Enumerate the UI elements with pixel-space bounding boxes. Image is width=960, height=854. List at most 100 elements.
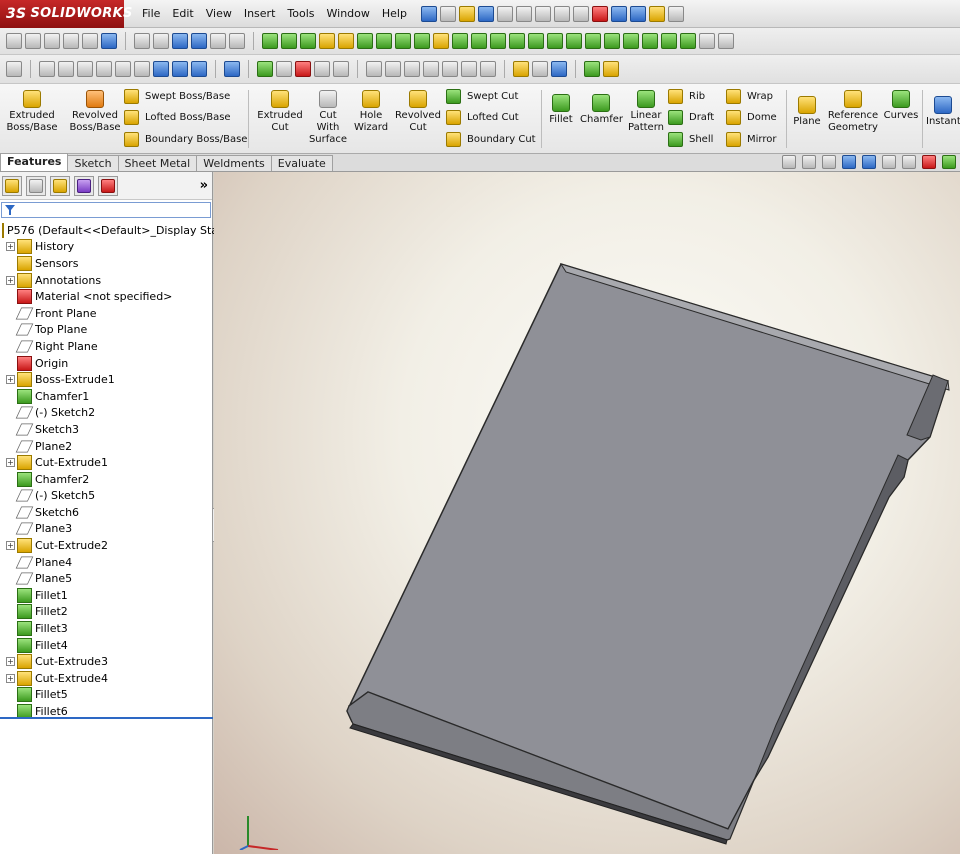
extruded-boss-button[interactable]: Extruded Boss/Base bbox=[6, 90, 58, 134]
tree-item[interactable]: Chamfer1 bbox=[0, 388, 212, 405]
redo-icon[interactable] bbox=[534, 5, 551, 22]
section-view-icon[interactable] bbox=[224, 61, 240, 77]
tree-item[interactable]: (-) Sketch2 bbox=[0, 405, 212, 422]
fillet-button[interactable]: Fillet bbox=[545, 94, 577, 126]
rib-button[interactable]: Rib bbox=[668, 86, 705, 106]
undo-icon[interactable] bbox=[515, 5, 532, 22]
expand-toggle-icon[interactable]: + bbox=[6, 673, 15, 683]
expand-toggle-icon[interactable]: + bbox=[6, 657, 15, 667]
tree-item[interactable]: Origin bbox=[0, 355, 212, 372]
grid-icon[interactable] bbox=[44, 33, 60, 49]
menu-edit[interactable]: Edit bbox=[166, 7, 199, 20]
tree-item[interactable]: Fillet3 bbox=[0, 620, 212, 637]
expand-toggle-icon[interactable]: + bbox=[6, 541, 15, 551]
part-model[interactable] bbox=[214, 172, 960, 854]
sketch-pattern-icon[interactable] bbox=[471, 33, 487, 49]
view-left-icon[interactable] bbox=[77, 61, 93, 77]
sketch-line-icon[interactable] bbox=[262, 33, 278, 49]
mirror-button[interactable]: Mirror bbox=[726, 129, 776, 149]
sketch-scale-icon[interactable] bbox=[528, 33, 544, 49]
boundary-cut-button[interactable]: Boundary Cut bbox=[446, 129, 536, 149]
layout-icon[interactable] bbox=[366, 61, 382, 77]
swept-boss-button[interactable]: Swept Boss/Base bbox=[124, 86, 230, 106]
move-icon[interactable] bbox=[629, 5, 646, 22]
filter-edges-icon[interactable] bbox=[153, 33, 169, 49]
wrap-button[interactable]: Wrap bbox=[726, 86, 773, 106]
chamfer-button[interactable]: Chamfer bbox=[580, 94, 623, 126]
shell-button[interactable]: Shell bbox=[668, 129, 713, 149]
sketch-ellipse-icon[interactable] bbox=[680, 33, 696, 49]
view-right-icon[interactable] bbox=[96, 61, 112, 77]
sketch-slot-icon[interactable] bbox=[642, 33, 658, 49]
macro-run-icon[interactable] bbox=[257, 61, 273, 77]
tree-item[interactable]: + Cut-Extrude1 bbox=[0, 454, 212, 471]
select-other-icon[interactable] bbox=[229, 33, 245, 49]
draft-button[interactable]: Draft bbox=[668, 107, 714, 127]
select-arrow-icon[interactable] bbox=[553, 5, 570, 22]
revolved-boss-button[interactable]: Revolved Boss/Base bbox=[68, 90, 122, 134]
zoom-to-fit-icon[interactable] bbox=[782, 155, 796, 169]
expand-toggle-icon[interactable]: + bbox=[6, 458, 15, 468]
menu-view[interactable]: View bbox=[200, 7, 238, 20]
tree-item[interactable]: Chamfer2 bbox=[0, 471, 212, 488]
tree-item[interactable]: (-) Sketch5 bbox=[0, 488, 212, 505]
propertymanager-tab[interactable] bbox=[26, 175, 46, 196]
tree-item[interactable]: Fillet1 bbox=[0, 587, 212, 604]
swept-cut-button[interactable]: Swept Cut bbox=[446, 86, 518, 106]
menu-help[interactable]: Help bbox=[376, 7, 413, 20]
dome-button[interactable]: Dome bbox=[726, 107, 777, 127]
open-folder-icon[interactable] bbox=[458, 5, 475, 22]
view-iso-icon[interactable] bbox=[153, 61, 169, 77]
tree-item[interactable]: + History bbox=[0, 239, 212, 256]
rebuild-icon[interactable] bbox=[572, 5, 589, 22]
options-icon[interactable] bbox=[648, 5, 665, 22]
layout-4-icon[interactable] bbox=[423, 61, 439, 77]
menu-insert[interactable]: Insert bbox=[238, 7, 282, 20]
hole-wizard-button[interactable]: Hole Wizard bbox=[350, 90, 392, 134]
sketch-trim-icon[interactable] bbox=[414, 33, 430, 49]
layout-2-icon[interactable] bbox=[385, 61, 401, 77]
view-bottom-icon[interactable] bbox=[134, 61, 150, 77]
curves-button[interactable]: Curves bbox=[882, 90, 920, 122]
extruded-cut-button[interactable]: Extruded Cut bbox=[256, 90, 304, 134]
save-icon[interactable] bbox=[477, 5, 494, 22]
expand-toggle-icon[interactable]: + bbox=[6, 375, 15, 385]
linear-pattern-button[interactable]: Linear Pattern bbox=[626, 90, 666, 134]
table-icon[interactable] bbox=[63, 33, 79, 49]
sketch-rotate-icon[interactable] bbox=[509, 33, 525, 49]
tab-sketch[interactable]: Sketch bbox=[67, 155, 119, 171]
reference-geometry-button[interactable]: Reference Geometry bbox=[826, 90, 880, 134]
expand-toggle-icon[interactable]: + bbox=[6, 275, 15, 285]
file-properties-icon[interactable] bbox=[610, 5, 627, 22]
tree-item[interactable]: + Annotations bbox=[0, 272, 212, 289]
sketch-convert-icon[interactable] bbox=[699, 33, 715, 49]
tree-item[interactable]: Plane2 bbox=[0, 438, 212, 455]
filter-faces-icon[interactable] bbox=[134, 33, 150, 49]
plane-button[interactable]: Plane bbox=[790, 96, 824, 128]
layout-6-icon[interactable] bbox=[461, 61, 477, 77]
revolved-cut-button[interactable]: Revolved Cut bbox=[394, 90, 442, 134]
instant2d-icon[interactable] bbox=[603, 61, 619, 77]
expand-tabs-icon[interactable]: » bbox=[200, 178, 208, 193]
align-icon[interactable] bbox=[82, 33, 98, 49]
view-orientation-icon[interactable] bbox=[862, 155, 876, 169]
tree-filter[interactable] bbox=[1, 202, 211, 218]
sketch-copy-icon[interactable] bbox=[547, 33, 563, 49]
zoom-area-icon[interactable] bbox=[802, 155, 816, 169]
boundary-boss-button[interactable]: Boundary Boss/Base bbox=[124, 129, 247, 149]
pin-menu-icon[interactable] bbox=[420, 5, 437, 22]
sketch-extend-icon[interactable] bbox=[433, 33, 449, 49]
tree-item[interactable]: + Cut-Extrude4 bbox=[0, 670, 212, 687]
view-normal-icon[interactable] bbox=[172, 61, 188, 77]
macro-stop-icon[interactable] bbox=[276, 61, 292, 77]
traffic-light-icon[interactable] bbox=[591, 5, 608, 22]
instant3d-button[interactable]: Instant bbox=[926, 96, 960, 128]
tree-root-part[interactable]: P576 (Default<<Default>_Display State bbox=[0, 222, 229, 239]
sketch-relations-icon[interactable] bbox=[532, 61, 548, 77]
filter-sketch-icon[interactable] bbox=[191, 33, 207, 49]
hide-show-icon[interactable] bbox=[902, 155, 916, 169]
dimxpert-tab[interactable] bbox=[74, 175, 94, 196]
previous-view-icon[interactable] bbox=[822, 155, 836, 169]
display-manager-tab[interactable] bbox=[98, 175, 118, 196]
view-back-icon[interactable] bbox=[58, 61, 74, 77]
